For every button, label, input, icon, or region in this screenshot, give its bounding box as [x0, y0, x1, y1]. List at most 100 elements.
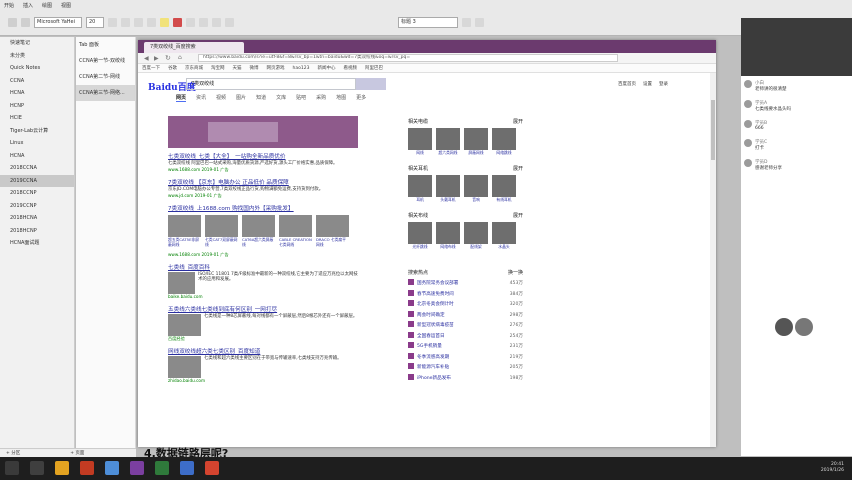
related-caption[interactable]: 水晶头	[492, 244, 516, 255]
notebook-item[interactable]: 2019CCNA	[0, 174, 74, 187]
related-more-link[interactable]: 展开	[513, 165, 523, 172]
hot-item[interactable]: 5G手机销量 231万	[408, 342, 523, 353]
system-clock[interactable]: 20:41 2019/1/26	[821, 462, 844, 474]
notebook-item[interactable]: 2018CCNA	[0, 162, 74, 175]
avatar[interactable]	[744, 100, 752, 108]
result-url[interactable]: baike.baidu.com	[168, 294, 358, 300]
notebook-item[interactable]: 未分类	[0, 50, 74, 63]
explorer-icon[interactable]	[55, 461, 69, 475]
related-item[interactable]: 光纤跳线	[408, 222, 432, 255]
numbering-icon[interactable]	[121, 18, 130, 27]
add-page-button[interactable]: + 页面	[70, 449, 84, 457]
bookmark-item[interactable]: 淘宝网	[211, 64, 225, 72]
hot-item[interactable]: 冬季流感高发期 219万	[408, 352, 523, 364]
search-tab[interactable]: 知道	[256, 94, 266, 102]
bookmark-item[interactable]: hao123	[293, 64, 310, 72]
ribbon-tab[interactable]: 绘图	[42, 2, 52, 9]
related-item[interactable]: 屏蔽网线	[464, 128, 488, 161]
related-caption[interactable]: 网络跳线	[492, 150, 516, 161]
product-caption[interactable]: 七类CAT7双屏蔽网线	[205, 237, 238, 252]
ribbon-tab[interactable]: 插入	[23, 2, 33, 9]
url-input[interactable]: https://www.baidu.com/s?ie=utf-8&f=8&rsv…	[198, 54, 618, 62]
related-item[interactable]: 音响	[464, 175, 488, 208]
result-title[interactable]: 7类双绞线_上1688.com 购找国内外【采购批发】	[168, 205, 358, 213]
app-icon[interactable]	[80, 461, 94, 475]
result-url[interactable]: www.1688.com 2019-01 广告	[168, 252, 358, 258]
indent-icon[interactable]	[134, 18, 143, 27]
font-name-select[interactable]: Microsoft YaHei	[34, 17, 82, 28]
search-tab[interactable]: 采购	[316, 94, 326, 102]
notebook-item[interactable]: 2018HCNP	[0, 225, 74, 238]
related-image[interactable]	[464, 222, 488, 244]
ribbon-tab[interactable]: 开始	[4, 2, 14, 9]
related-caption[interactable]: 配线架	[464, 244, 488, 255]
hot-item[interactable]: iPhone新品发布 198万	[408, 373, 523, 385]
product-item[interactable]: CABLE CREATION七类网线	[279, 214, 312, 252]
related-caption[interactable]: 光纤跳线	[408, 244, 432, 255]
scrollbar-thumb[interactable]	[711, 100, 715, 160]
avatar[interactable]	[744, 120, 752, 128]
app-icon[interactable]	[180, 461, 194, 475]
app-icon[interactable]	[155, 461, 169, 475]
hot-item[interactable]: 国务院常务会议部署 453万	[408, 279, 523, 290]
related-caption[interactable]: 音响	[464, 197, 488, 208]
notebook-item[interactable]: HCNA面试题	[0, 237, 74, 250]
related-image[interactable]	[464, 175, 488, 197]
search-tab[interactable]: 更多	[356, 94, 366, 102]
notebook-item[interactable]: 快速笔记	[0, 37, 74, 50]
product-image[interactable]	[242, 214, 275, 237]
start-icon[interactable]	[5, 461, 19, 475]
related-image[interactable]	[492, 175, 516, 197]
browser-icon[interactable]	[105, 461, 119, 475]
product-item[interactable]: 超五类CAT5E非屏蔽网线	[168, 214, 201, 252]
related-image[interactable]	[492, 222, 516, 244]
product-item[interactable]: CAT6A超六类屏蔽线	[242, 214, 275, 252]
related-caption[interactable]: 超六类网线	[436, 150, 460, 161]
bookmark-item[interactable]: 看视频	[343, 64, 357, 72]
result-title[interactable]: 七类双绞线_七类【大全】_一站购全新品质优价	[168, 153, 358, 161]
back-icon[interactable]: ◀	[144, 55, 149, 62]
related-caption[interactable]: 头戴耳机	[436, 197, 460, 208]
result-url[interactable]: www.1688.com 2019-01 广告	[168, 167, 358, 173]
paste-icon[interactable]	[8, 18, 17, 27]
search-button[interactable]	[356, 78, 386, 90]
avatar[interactable]	[775, 318, 793, 336]
related-item[interactable]: 有线耳机	[492, 175, 516, 208]
hot-refresh-link[interactable]: 换一换	[508, 269, 523, 276]
related-image[interactable]	[436, 222, 460, 244]
highlight-icon[interactable]	[160, 18, 169, 27]
style-select[interactable]: 标题 3	[398, 17, 458, 28]
related-item[interactable]: 网络跳线	[492, 128, 516, 161]
font-color-icon[interactable]	[173, 18, 182, 27]
search-tab[interactable]: 网页	[176, 94, 187, 102]
notebook-item[interactable]: CCNA	[0, 75, 74, 88]
result-url[interactable]: 百度经验	[168, 336, 358, 342]
result-title[interactable]: 七类线_百度百科	[168, 264, 358, 272]
related-caption[interactable]: 网络布线	[436, 244, 460, 255]
related-image[interactable]	[408, 175, 432, 197]
search-input[interactable]: 7类双绞线	[186, 78, 356, 90]
notebook-item[interactable]: 2018CCNP	[0, 187, 74, 200]
login-link[interactable]: 登录	[659, 81, 668, 87]
related-item[interactable]: 网络布线	[436, 222, 460, 255]
product-caption[interactable]: CABLE CREATION七类网线	[279, 237, 312, 252]
product-item[interactable]: 七类CAT7双屏蔽网线	[205, 214, 238, 252]
home-link[interactable]: 百度首页	[618, 81, 636, 87]
home-icon[interactable]: ⌂	[178, 54, 182, 61]
search-tab[interactable]: 贴吧	[296, 94, 306, 102]
forward-icon[interactable]: ▶	[154, 55, 159, 62]
result-title[interactable]: 五类线六类线七类线到底有何区别_一网打尽	[168, 306, 358, 314]
product-image[interactable]	[279, 214, 312, 237]
related-image[interactable]	[408, 128, 432, 150]
hot-item[interactable]: 全国春运首日 254万	[408, 331, 523, 343]
bookmark-item[interactable]: 谷歌	[168, 64, 177, 72]
italic-icon[interactable]	[199, 18, 208, 27]
search-tab[interactable]: 文库	[276, 94, 286, 102]
notebook-item[interactable]: 2018HCNA	[0, 212, 74, 225]
bookmark-item[interactable]: 网页游戏	[267, 64, 285, 72]
product-caption[interactable]: 超五类CAT5E非屏蔽网线	[168, 237, 201, 252]
notebook-item[interactable]: HCNA	[0, 150, 74, 163]
search-tab[interactable]: 资讯	[196, 94, 206, 102]
result-title[interactable]: 网线双绞线超六类七类区别_百度知道	[168, 348, 358, 356]
related-item[interactable]: 耳机	[408, 175, 432, 208]
